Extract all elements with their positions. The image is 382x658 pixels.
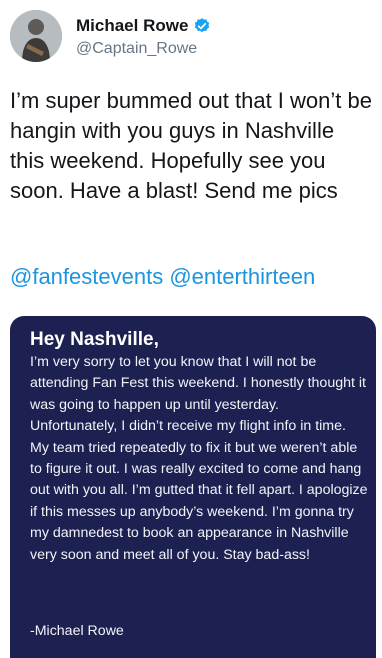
note-title: Hey Nashville, bbox=[30, 329, 159, 350]
tweet-text: I’m super bummed out that I won’t be han… bbox=[10, 88, 372, 203]
note-body: I’m very sorry to let you know that I wi… bbox=[30, 354, 368, 563]
user-handle[interactable]: @Captain_Rowe bbox=[76, 40, 197, 58]
note-signature: -Michael Rowe bbox=[30, 623, 124, 639]
verified-badge-icon bbox=[195, 18, 210, 33]
tweet-header: Michael Rowe @Captain_Rowe bbox=[10, 10, 370, 62]
tweet-mentions: @fanfestevents @enterthirteen bbox=[10, 262, 372, 292]
display-name[interactable]: Michael Rowe bbox=[76, 16, 188, 36]
avatar[interactable] bbox=[10, 10, 62, 62]
mention-link[interactable]: @enterthirteen bbox=[169, 264, 315, 289]
mention-link[interactable]: @fanfestevents bbox=[10, 264, 163, 289]
attached-image-note[interactable]: Hey Nashville, I’m very sorry to let you… bbox=[10, 316, 376, 658]
